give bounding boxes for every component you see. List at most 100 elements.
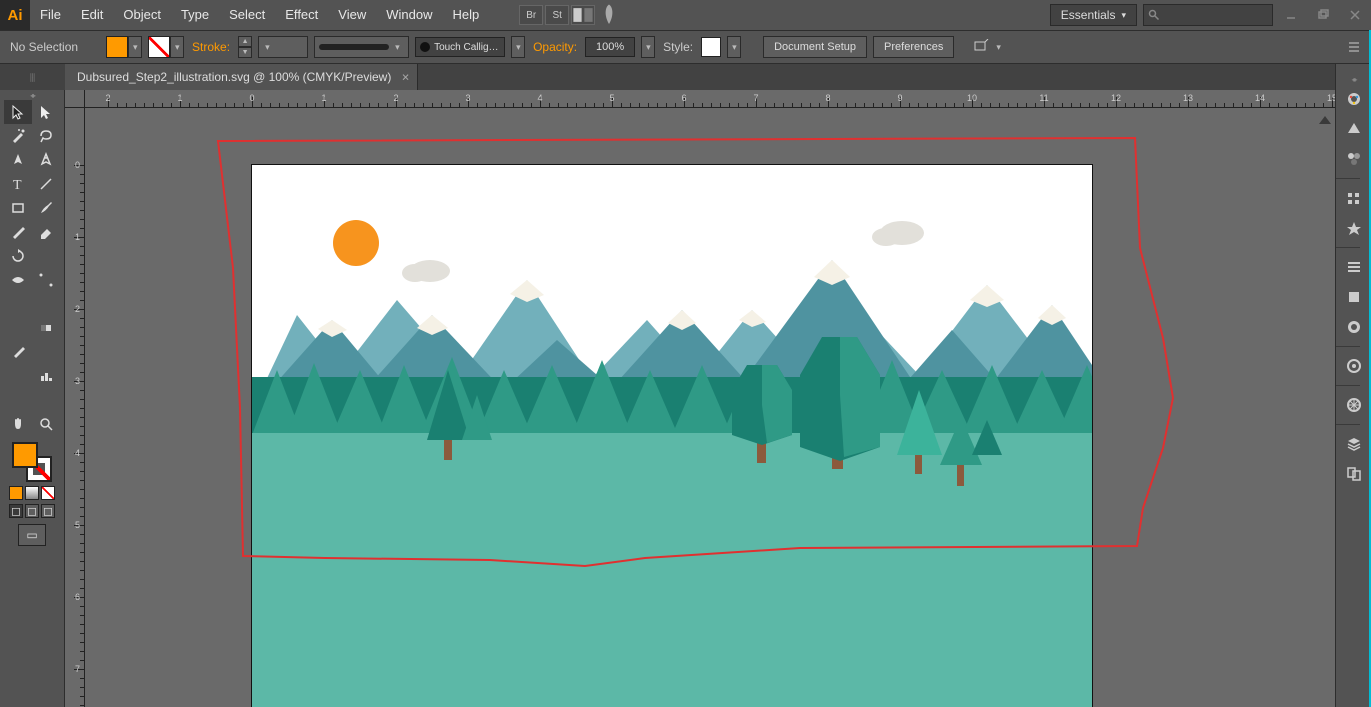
menu-help[interactable]: Help — [442, 0, 489, 30]
menu-file[interactable]: File — [30, 0, 71, 30]
menu-edit[interactable]: Edit — [71, 0, 113, 30]
gpu-perf-button[interactable] — [597, 5, 621, 25]
arrange-docs-button[interactable] — [571, 5, 595, 25]
tool-pencil[interactable] — [4, 220, 32, 244]
strip-grip[interactable] — [1336, 74, 1371, 84]
canvas[interactable] — [85, 108, 1335, 707]
tool-paintbrush[interactable] — [32, 196, 60, 220]
brush-dropdown[interactable] — [511, 36, 525, 58]
draw-behind[interactable]: ◻ — [25, 504, 39, 518]
fill-color-indicator[interactable] — [12, 442, 38, 468]
menu-object[interactable]: Object — [113, 0, 171, 30]
fill-stroke-indicator[interactable] — [12, 442, 52, 482]
document-tab[interactable]: Dubsured_Step2_illustration.svg @ 100% (… — [65, 64, 418, 90]
tool-blend[interactable] — [32, 340, 60, 364]
align-to-button[interactable] — [972, 38, 990, 56]
right-panel-strip — [1335, 64, 1371, 707]
document-setup-button[interactable]: Document Setup — [763, 36, 867, 58]
tool-slice[interactable] — [32, 388, 60, 412]
tool-column-graph[interactable] — [32, 364, 60, 388]
tool-lasso[interactable] — [32, 124, 60, 148]
panel-graphic-styles[interactable] — [1336, 390, 1371, 420]
tool-direct-selection[interactable] — [32, 100, 60, 124]
stroke-label[interactable]: Stroke: — [190, 40, 232, 54]
tool-curvature[interactable] — [32, 148, 60, 172]
opacity-label[interactable]: Opacity: — [531, 40, 579, 54]
panel-appearance[interactable] — [1336, 351, 1371, 381]
color-mode-none[interactable] — [41, 486, 55, 500]
stroke-weight-spinner[interactable]: ▲▼ — [238, 36, 252, 58]
style-dropdown[interactable] — [727, 36, 741, 58]
tool-gradient[interactable] — [32, 316, 60, 340]
tool-artboard[interactable] — [4, 388, 32, 412]
menu-select[interactable]: Select — [219, 0, 275, 30]
tool-rotate[interactable] — [4, 244, 32, 268]
panel-layers[interactable] — [1336, 429, 1371, 459]
tool-type[interactable]: T — [4, 172, 32, 196]
tabbar-grip[interactable] — [0, 64, 65, 90]
tool-symbol-sprayer[interactable] — [4, 364, 32, 388]
vertical-ruler[interactable]: 01234567 — [65, 90, 85, 707]
panel-color-guide[interactable] — [1336, 114, 1371, 144]
window-restore-button[interactable] — [1308, 5, 1338, 25]
draw-normal[interactable]: ◻ — [9, 504, 23, 518]
fill-dropdown[interactable] — [128, 36, 142, 58]
tool-eraser[interactable] — [32, 220, 60, 244]
stock-button[interactable]: St — [545, 5, 569, 25]
panel-brushes[interactable] — [1336, 183, 1371, 213]
opacity-input[interactable] — [585, 37, 635, 57]
artwork-illustration — [252, 165, 1092, 707]
panel-swatches2[interactable] — [1336, 282, 1371, 312]
panel-swatches[interactable] — [1336, 144, 1371, 174]
screen-mode-button[interactable]: ▭ — [18, 524, 46, 546]
panel-stroke[interactable] — [1336, 252, 1371, 282]
tool-mesh[interactable] — [4, 316, 32, 340]
horizontal-ruler[interactable]: 210123456789101112131415 — [85, 90, 1335, 108]
menu-window[interactable]: Window — [376, 0, 442, 30]
tool-width[interactable] — [4, 268, 32, 292]
tool-rectangle[interactable] — [4, 196, 32, 220]
menu-type[interactable]: Type — [171, 0, 219, 30]
tool-eyedropper[interactable] — [4, 340, 32, 364]
tool-hand[interactable] — [4, 412, 32, 436]
tool-pen[interactable] — [4, 148, 32, 172]
window-close-button[interactable] — [1340, 5, 1370, 25]
menu-effect[interactable]: Effect — [275, 0, 328, 30]
window-minimize-button[interactable] — [1276, 5, 1306, 25]
tool-free-transform[interactable] — [32, 268, 60, 292]
stroke-swatch[interactable] — [148, 36, 170, 58]
style-label: Style: — [661, 40, 695, 54]
tool-perspective[interactable] — [32, 292, 60, 316]
menu-view[interactable]: View — [328, 0, 376, 30]
color-mode-solid[interactable] — [9, 486, 23, 500]
tool-shape-builder[interactable] — [4, 292, 32, 316]
tools-grip[interactable] — [0, 90, 64, 100]
search-input[interactable] — [1143, 4, 1273, 26]
workspace-switcher[interactable]: Essentials ▾ — [1050, 4, 1137, 26]
opacity-dropdown[interactable] — [641, 36, 655, 58]
stroke-dropdown[interactable] — [170, 36, 184, 58]
panel-symbols[interactable] — [1336, 213, 1371, 243]
ruler-origin[interactable] — [65, 90, 85, 108]
tool-selection[interactable] — [4, 100, 32, 124]
preferences-button[interactable]: Preferences — [873, 36, 954, 58]
panel-artboards[interactable] — [1336, 459, 1371, 489]
color-mode-gradient[interactable] — [25, 486, 39, 500]
tool-zoom[interactable] — [32, 412, 60, 436]
var-width-profile[interactable] — [314, 36, 409, 58]
brush-definition[interactable]: Touch Callig… — [415, 37, 505, 57]
tool-magic-wand[interactable] — [4, 124, 32, 148]
controlbar-menu[interactable] — [1345, 38, 1363, 56]
panel-color[interactable] — [1336, 84, 1371, 114]
scroll-up-arrow[interactable] — [1319, 110, 1331, 124]
tab-close-button[interactable]: × — [402, 70, 410, 85]
tool-scale[interactable] — [32, 244, 60, 268]
draw-inside[interactable]: ◻ — [41, 504, 55, 518]
bridge-button[interactable]: Br — [519, 5, 543, 25]
fill-swatch[interactable] — [106, 36, 128, 58]
tool-line-segment[interactable] — [32, 172, 60, 196]
panel-transparency[interactable] — [1336, 312, 1371, 342]
close-icon — [1349, 9, 1361, 21]
graphic-style-swatch[interactable] — [701, 37, 721, 57]
stroke-weight-dropdown[interactable] — [258, 36, 308, 58]
